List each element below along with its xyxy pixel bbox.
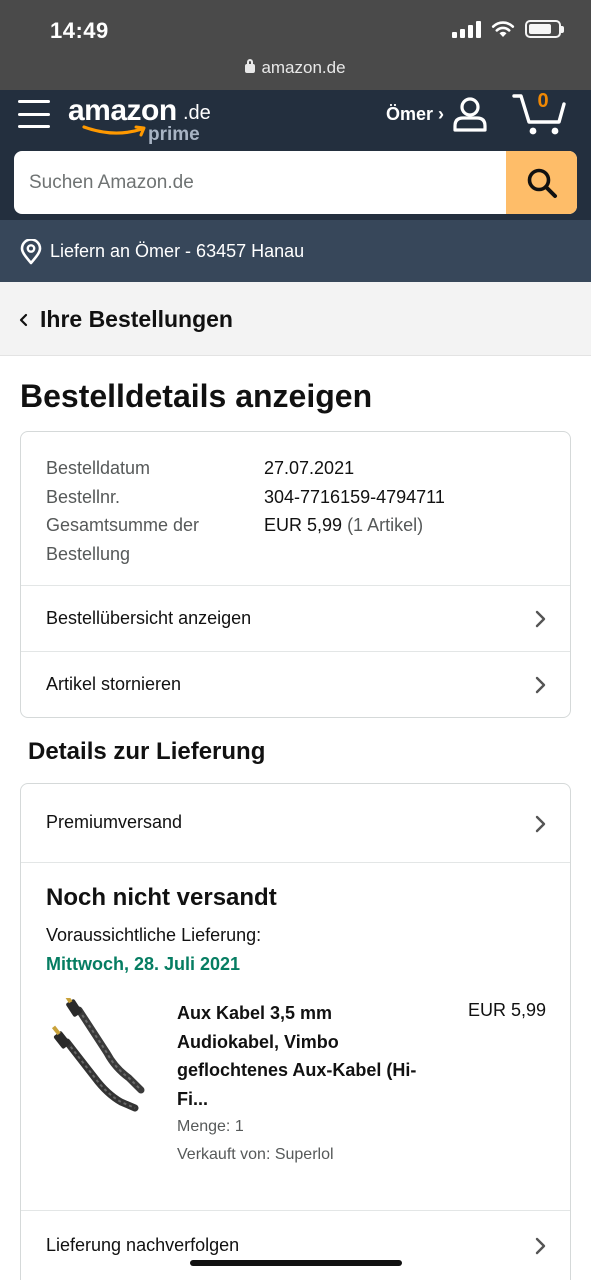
order-date-label: Bestelldatum bbox=[46, 458, 151, 478]
order-date-row: Bestelldatum 27.07.2021 bbox=[46, 454, 445, 483]
breadcrumb-label: Ihre Bestellungen bbox=[40, 306, 233, 332]
home-indicator[interactable] bbox=[190, 1260, 402, 1266]
order-date-value: 27.07.2021 bbox=[264, 458, 355, 478]
url-text: amazon.de bbox=[261, 58, 346, 77]
track-package-label: Lieferung nachverfolgen bbox=[46, 1235, 240, 1255]
order-total-value: EUR 5,99 bbox=[264, 515, 343, 535]
deliver-to-label: Liefern an Ömer - 63457 Hanau bbox=[50, 241, 305, 261]
view-order-summary-label: Bestellübersicht anzeigen bbox=[46, 608, 252, 628]
breadcrumb[interactable]: Ihre Bestellungen bbox=[0, 282, 591, 356]
account-link[interactable]: Ömer › bbox=[386, 104, 444, 125]
logo-wordmark: amazon bbox=[68, 94, 177, 127]
chevron-right-icon bbox=[535, 1237, 546, 1255]
view-order-summary-link[interactable]: Bestellübersicht anzeigen bbox=[21, 585, 570, 651]
user-icon[interactable] bbox=[452, 96, 488, 132]
shipping-method-link[interactable]: Premiumversand bbox=[21, 784, 570, 862]
order-item-count: (1 Artikel) bbox=[347, 515, 424, 535]
browser-url-bar[interactable]: amazon.de bbox=[0, 58, 591, 78]
order-info: Bestelldatum 27.07.2021 Bestellnr. 304-7… bbox=[46, 454, 445, 568]
order-total-label: Gesamtsumme der bbox=[46, 515, 200, 535]
wifi-icon bbox=[491, 21, 515, 37]
battery-icon bbox=[525, 20, 564, 38]
order-summary-card: Bestelldatum 27.07.2021 Bestellnr. 304-7… bbox=[20, 431, 571, 718]
cellular-signal-icon bbox=[452, 20, 481, 38]
cancel-items-link[interactable]: Artikel stornieren bbox=[21, 651, 570, 717]
status-icons bbox=[452, 20, 564, 38]
status-bar: 14:49 amazon.de bbox=[0, 0, 591, 90]
track-package-link[interactable]: Lieferung nachverfolgen bbox=[21, 1210, 570, 1276]
shipment-status: Noch nicht versandt bbox=[46, 884, 277, 911]
product-price: EUR 5,99 bbox=[467, 1000, 546, 1020]
search-icon bbox=[527, 168, 557, 198]
location-pin-icon bbox=[20, 239, 42, 265]
page-title: Bestelldetails anzeigen bbox=[20, 378, 373, 414]
logo-prime: prime bbox=[148, 124, 200, 145]
estimated-delivery-date: Mittwoch, 28. Juli 2021 bbox=[46, 954, 241, 974]
cancel-items-label: Artikel stornieren bbox=[46, 674, 182, 694]
product-image[interactable] bbox=[49, 998, 149, 1114]
menu-icon[interactable] bbox=[18, 100, 50, 128]
search-bar bbox=[14, 151, 577, 214]
logo-suffix: .de bbox=[183, 102, 211, 124]
product-quantity: Menge: 1 bbox=[177, 1118, 244, 1135]
order-total-row-cont: Bestellung bbox=[46, 540, 445, 569]
product-seller: Verkauft von: Superlol bbox=[177, 1146, 334, 1163]
chevron-right-icon bbox=[535, 610, 546, 628]
chevron-left-icon bbox=[19, 313, 28, 327]
search-button[interactable] bbox=[506, 151, 577, 214]
order-number-label: Bestellnr. bbox=[46, 486, 121, 507]
chevron-right-icon bbox=[535, 815, 546, 833]
estimated-delivery-label: Voraussichtliche Lieferung: bbox=[46, 925, 262, 945]
order-number-value: 304-7716159-4794711 bbox=[264, 486, 445, 507]
order-total-row: Gesamtsumme der EUR 5,99 (1 Artikel) bbox=[46, 511, 445, 540]
order-number-row: Bestellnr. 304-7716159-4794711 bbox=[46, 483, 445, 512]
lock-icon bbox=[245, 59, 256, 73]
product-title-link[interactable]: Aux Kabel 3,5 mm Audiokabel, Vimbo geflo… bbox=[177, 999, 417, 1113]
delivery-card: Premiumversand Noch nicht versandt Vorau… bbox=[20, 783, 571, 1280]
site-header: amazon .de prime Ömer › 0 bbox=[0, 90, 591, 220]
delivery-section-title: Details zur Lieferung bbox=[28, 738, 266, 765]
order-total-value-wrap: EUR 5,99 (1 Artikel) bbox=[264, 511, 423, 540]
smile-arrow-icon bbox=[82, 125, 146, 137]
status-time: 14:49 bbox=[50, 18, 109, 43]
shipping-method-label: Premiumversand bbox=[46, 812, 183, 832]
order-total-label-cont: Bestellung bbox=[46, 543, 131, 564]
deliver-to-bar[interactable]: Liefern an Ömer - 63457 Hanau bbox=[0, 220, 591, 282]
chevron-right-icon bbox=[535, 676, 546, 694]
cart-count: 0 bbox=[537, 90, 549, 112]
divider bbox=[21, 862, 570, 863]
amazon-prime-logo[interactable]: amazon .de prime bbox=[68, 94, 218, 145]
search-input[interactable] bbox=[14, 151, 506, 214]
